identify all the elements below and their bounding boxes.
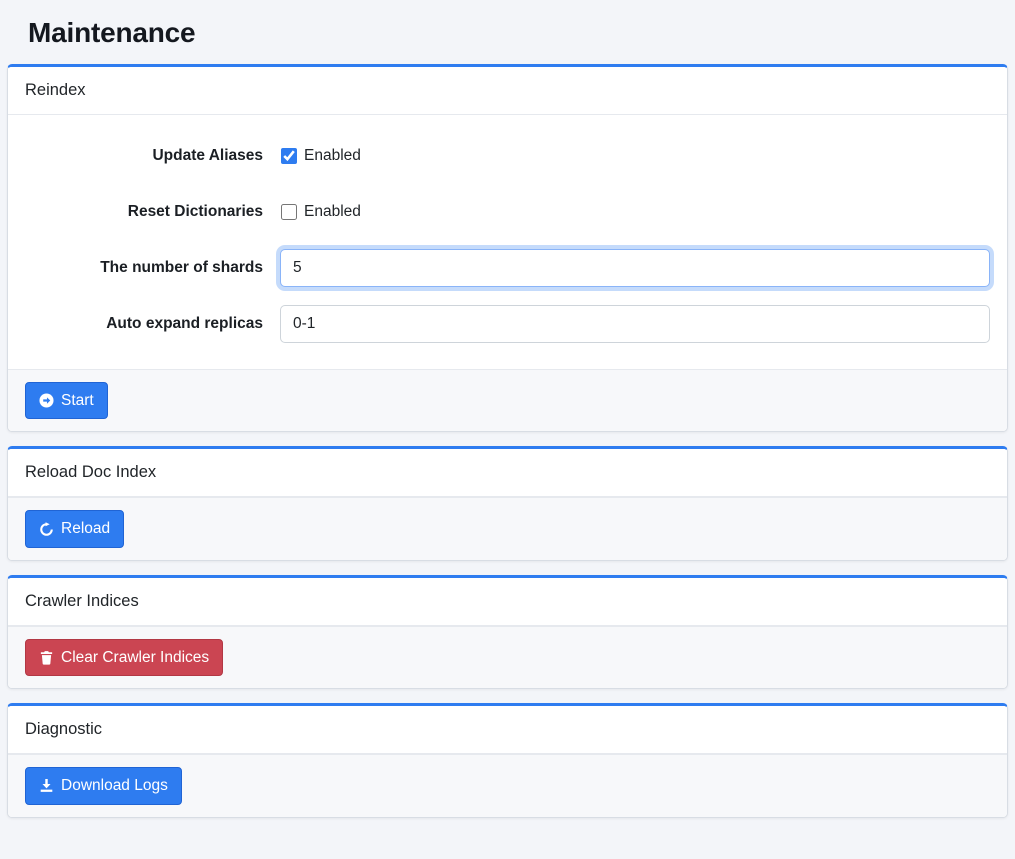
reindex-card: Reindex Update Aliases Enabled Reset Dic… xyxy=(7,64,1008,432)
update-aliases-row: Update Aliases Enabled xyxy=(25,137,990,175)
clear-crawler-indices-button-label: Clear Crawler Indices xyxy=(61,648,209,667)
number-of-shards-row: The number of shards xyxy=(25,249,990,287)
download-logs-button[interactable]: Download Logs xyxy=(25,767,182,804)
auto-expand-replicas-control xyxy=(280,305,990,343)
reindex-card-title: Reindex xyxy=(8,67,1007,115)
reload-button[interactable]: Reload xyxy=(25,510,124,547)
update-aliases-checkbox-text: Enabled xyxy=(304,147,361,165)
maintenance-page: Maintenance Reindex Update Aliases Enabl… xyxy=(0,0,1015,842)
reset-dictionaries-control: Enabled xyxy=(280,203,990,221)
arrow-circle-right-icon xyxy=(39,393,54,408)
reload-doc-index-card: Reload Doc Index Reload xyxy=(7,446,1008,560)
auto-expand-replicas-label: Auto expand replicas xyxy=(25,315,280,333)
reset-dictionaries-row: Reset Dictionaries Enabled xyxy=(25,193,990,231)
reindex-card-body: Update Aliases Enabled Reset Dictionarie… xyxy=(8,115,1007,369)
number-of-shards-label: The number of shards xyxy=(25,259,280,277)
page-title: Maintenance xyxy=(7,0,1008,64)
auto-expand-replicas-row: Auto expand replicas xyxy=(25,305,990,343)
update-aliases-checkbox[interactable] xyxy=(281,148,297,164)
crawler-indices-card: Crawler Indices Clear Crawler Indices xyxy=(7,575,1008,689)
start-button[interactable]: Start xyxy=(25,382,108,419)
diagnostic-card-footer: Download Logs xyxy=(8,754,1007,816)
diagnostic-card: Diagnostic Download Logs xyxy=(7,703,1008,817)
diagnostic-card-title: Diagnostic xyxy=(8,706,1007,754)
trash-icon xyxy=(39,650,54,665)
update-aliases-label: Update Aliases xyxy=(25,147,280,165)
reload-doc-index-card-title: Reload Doc Index xyxy=(8,449,1007,497)
reindex-card-footer: Start xyxy=(8,369,1007,431)
reset-dictionaries-checkbox[interactable] xyxy=(281,204,297,220)
sync-icon xyxy=(39,522,54,537)
crawler-indices-card-title: Crawler Indices xyxy=(8,578,1007,626)
auto-expand-replicas-input[interactable] xyxy=(280,305,990,343)
number-of-shards-control xyxy=(280,249,990,287)
reload-button-label: Reload xyxy=(61,519,110,538)
reset-dictionaries-checkbox-text: Enabled xyxy=(304,203,361,221)
number-of-shards-input[interactable] xyxy=(280,249,990,287)
reload-doc-index-card-footer: Reload xyxy=(8,497,1007,559)
clear-crawler-indices-button[interactable]: Clear Crawler Indices xyxy=(25,639,223,676)
update-aliases-control: Enabled xyxy=(280,147,990,165)
reset-dictionaries-label: Reset Dictionaries xyxy=(25,203,280,221)
crawler-indices-card-footer: Clear Crawler Indices xyxy=(8,626,1007,688)
start-button-label: Start xyxy=(61,391,94,410)
download-logs-button-label: Download Logs xyxy=(61,776,168,795)
download-icon xyxy=(39,778,54,793)
